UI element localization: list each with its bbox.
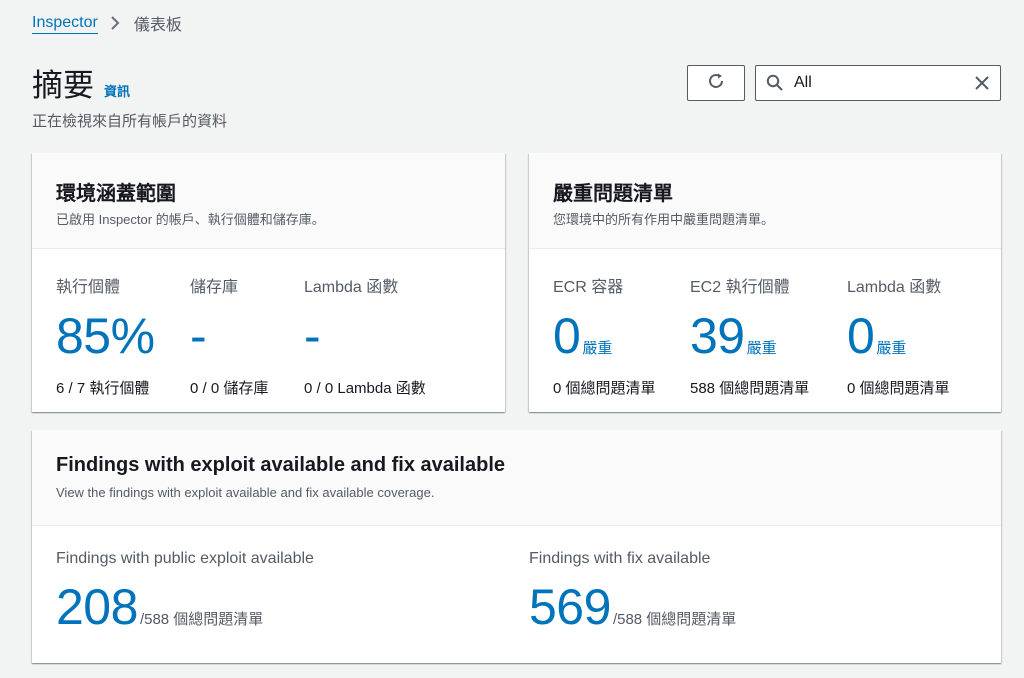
metric-value[interactable]: 208 bbox=[56, 582, 138, 632]
metric-label: 執行個體 bbox=[56, 279, 121, 296]
metric-value[interactable]: 569 bbox=[529, 582, 611, 632]
card-subtitle: View the findings with exploit available… bbox=[56, 485, 435, 500]
metric-sub: 0 個總問題清單 bbox=[553, 380, 656, 397]
metric-fix-available: Findings with fix available 569 /588 個總問… bbox=[529, 550, 736, 632]
metric-public-exploit: Findings with public exploit available 2… bbox=[56, 550, 314, 632]
metric-label: Lambda 函數 bbox=[847, 279, 942, 296]
refresh-icon bbox=[706, 71, 726, 96]
metric-value[interactable]: 0 bbox=[553, 311, 581, 361]
card-subtitle: 您環境中的所有作用中嚴重問題清單。 bbox=[553, 212, 775, 227]
info-link[interactable]: 資訊 bbox=[104, 81, 130, 100]
severity-label: 嚴重 bbox=[746, 340, 777, 357]
page-title: 摘要 bbox=[32, 68, 94, 103]
metric-repositories: 儲存庫 - 0 / 0 儲存庫 bbox=[190, 273, 268, 398]
page-header: 摘要 資訊 bbox=[32, 60, 130, 105]
metric-value: - bbox=[304, 308, 321, 364]
exploit-fix-card: Findings with exploit available and fix … bbox=[32, 430, 1001, 663]
metric-value: - bbox=[190, 308, 207, 364]
card-title: 嚴重問題清單 bbox=[553, 183, 673, 205]
metric-label: Findings with fix available bbox=[529, 550, 711, 567]
metric-sub: 0 / 0 儲存庫 bbox=[190, 380, 269, 397]
metric-label: ECR 容器 bbox=[553, 279, 624, 296]
metric-lambda: Lambda 函數 - 0 / 0 Lambda 函數 bbox=[304, 273, 426, 398]
breadcrumb: Inspector 儀表板 bbox=[32, 12, 182, 34]
card-header: 嚴重問題清單 您環境中的所有作用中嚴重問題清單。 bbox=[529, 153, 1001, 249]
metric-sub: 0 / 0 Lambda 函數 bbox=[304, 380, 426, 397]
refresh-button[interactable] bbox=[687, 65, 745, 101]
severity-label: 嚴重 bbox=[876, 340, 907, 357]
search-icon bbox=[766, 74, 784, 92]
metric-label: Findings with public exploit available bbox=[56, 550, 314, 567]
page-description: 正在檢視來自所有帳戶的資料 bbox=[32, 113, 228, 130]
critical-findings-card: 嚴重問題清單 您環境中的所有作用中嚴重問題清單。 ECR 容器 0 嚴重 0 個… bbox=[529, 153, 1001, 412]
metric-label: EC2 執行個體 bbox=[690, 279, 790, 296]
metric-sub: 0 個總問題清單 bbox=[847, 380, 950, 397]
filter-input-container[interactable] bbox=[755, 65, 1001, 101]
metric-value[interactable]: 85% bbox=[56, 311, 155, 361]
card-header: Findings with exploit available and fix … bbox=[32, 430, 1001, 526]
filter-input[interactable] bbox=[794, 74, 964, 92]
metric-sub: 588 個總問題清單 bbox=[690, 380, 810, 397]
metric-total: /588 個總問題清單 bbox=[139, 611, 264, 628]
card-header: 環境涵蓋範圍 已啟用 Inspector 的帳戶、執行個體和儲存庫。 bbox=[32, 153, 505, 249]
metric-label: Lambda 函數 bbox=[304, 279, 399, 296]
metric-lambda-critical: Lambda 函數 0 嚴重 0 個總問題清單 bbox=[847, 273, 950, 398]
card-title: 環境涵蓋範圍 bbox=[56, 183, 176, 205]
metric-ecr: ECR 容器 0 嚴重 0 個總問題清單 bbox=[553, 273, 656, 398]
metric-total: /588 個總問題清單 bbox=[612, 611, 737, 628]
breadcrumb-current: 儀表板 bbox=[133, 17, 182, 34]
metric-label: 儲存庫 bbox=[190, 279, 239, 296]
metric-value[interactable]: 39 bbox=[690, 311, 745, 361]
metric-sub: 6 / 7 執行個體 bbox=[56, 380, 150, 397]
metric-instances: 執行個體 85% 6 / 7 執行個體 bbox=[56, 273, 155, 398]
card-subtitle: 已啟用 Inspector 的帳戶、執行個體和儲存庫。 bbox=[56, 212, 325, 227]
close-icon[interactable] bbox=[974, 75, 990, 91]
metric-ec2: EC2 執行個體 39 嚴重 588 個總問題清單 bbox=[690, 273, 809, 398]
severity-label: 嚴重 bbox=[582, 340, 613, 357]
metric-value[interactable]: 0 bbox=[847, 311, 875, 361]
card-title: Findings with exploit available and fix … bbox=[56, 454, 506, 476]
coverage-card: 環境涵蓋範圍 已啟用 Inspector 的帳戶、執行個體和儲存庫。 執行個體 … bbox=[32, 153, 505, 412]
breadcrumb-inspector-link[interactable]: Inspector bbox=[32, 13, 98, 34]
chevron-right-icon bbox=[110, 15, 120, 31]
